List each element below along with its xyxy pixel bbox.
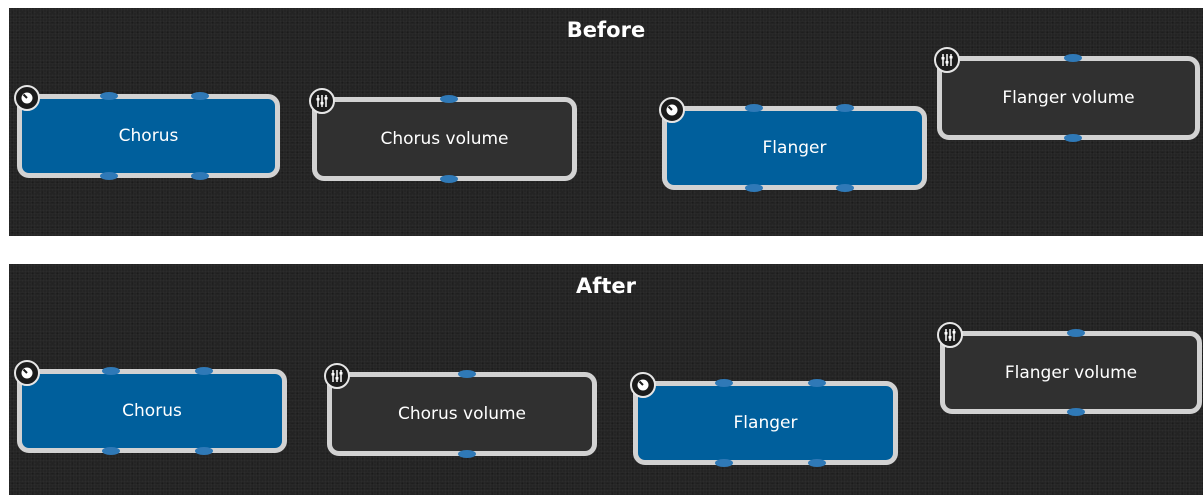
input-port[interactable]: [808, 379, 826, 387]
output-port[interactable]: [1064, 134, 1082, 142]
output-port[interactable]: [195, 447, 213, 455]
panel-after: After Chorus Chorus volume Flanger Flang…: [9, 264, 1203, 495]
output-port[interactable]: [808, 459, 826, 467]
node-flanger-volume[interactable]: Flanger volume: [934, 47, 1200, 142]
output-port[interactable]: [100, 172, 118, 180]
input-port[interactable]: [458, 370, 476, 378]
panel-title: Before: [566, 18, 646, 42]
input-port[interactable]: [195, 367, 213, 375]
node-flanger-volume[interactable]: Flanger volume: [937, 322, 1202, 416]
node-flanger[interactable]: Flanger: [630, 372, 898, 467]
node-label: Chorus: [122, 401, 182, 421]
node-chorus[interactable]: Chorus: [14, 360, 287, 455]
input-port[interactable]: [191, 92, 209, 100]
node-label: Chorus volume: [380, 129, 509, 149]
knob-icon: [14, 85, 40, 111]
output-port[interactable]: [836, 184, 854, 192]
node-chorus[interactable]: Chorus: [14, 85, 280, 180]
node-label: Flanger: [762, 138, 827, 158]
output-port[interactable]: [745, 184, 763, 192]
knob-icon: [659, 97, 685, 123]
input-port[interactable]: [715, 379, 733, 387]
output-port[interactable]: [191, 172, 209, 180]
node-chorus-volume[interactable]: Chorus volume: [309, 88, 577, 183]
node-flanger[interactable]: Flanger: [659, 97, 927, 192]
node-label: Chorus: [118, 126, 179, 146]
node-label: Flanger volume: [1002, 88, 1135, 108]
input-port[interactable]: [836, 104, 854, 112]
output-port[interactable]: [102, 447, 120, 455]
node-label: Flanger volume: [1004, 362, 1138, 383]
mixer-sliders-icon: [937, 322, 963, 348]
mixer-sliders-icon: [934, 47, 960, 73]
output-port[interactable]: [1067, 408, 1085, 416]
output-port[interactable]: [440, 175, 458, 183]
output-port[interactable]: [715, 459, 733, 467]
mixer-sliders-icon: [324, 363, 350, 389]
node-label: Flanger: [733, 413, 798, 433]
input-port[interactable]: [440, 95, 458, 103]
mixer-sliders-icon: [309, 88, 335, 114]
input-port[interactable]: [102, 367, 120, 375]
panel-before: Before Chorus Chorus volume Flanger Flan…: [9, 8, 1203, 236]
knob-icon: [630, 372, 656, 398]
knob-icon: [14, 360, 40, 386]
node-label: Chorus volume: [397, 404, 527, 424]
panel-title: After: [575, 274, 637, 298]
output-port[interactable]: [458, 450, 476, 458]
input-port[interactable]: [745, 104, 763, 112]
node-chorus-volume[interactable]: Chorus volume: [324, 363, 597, 458]
input-port[interactable]: [100, 92, 118, 100]
input-port[interactable]: [1067, 329, 1085, 337]
input-port[interactable]: [1064, 54, 1082, 62]
